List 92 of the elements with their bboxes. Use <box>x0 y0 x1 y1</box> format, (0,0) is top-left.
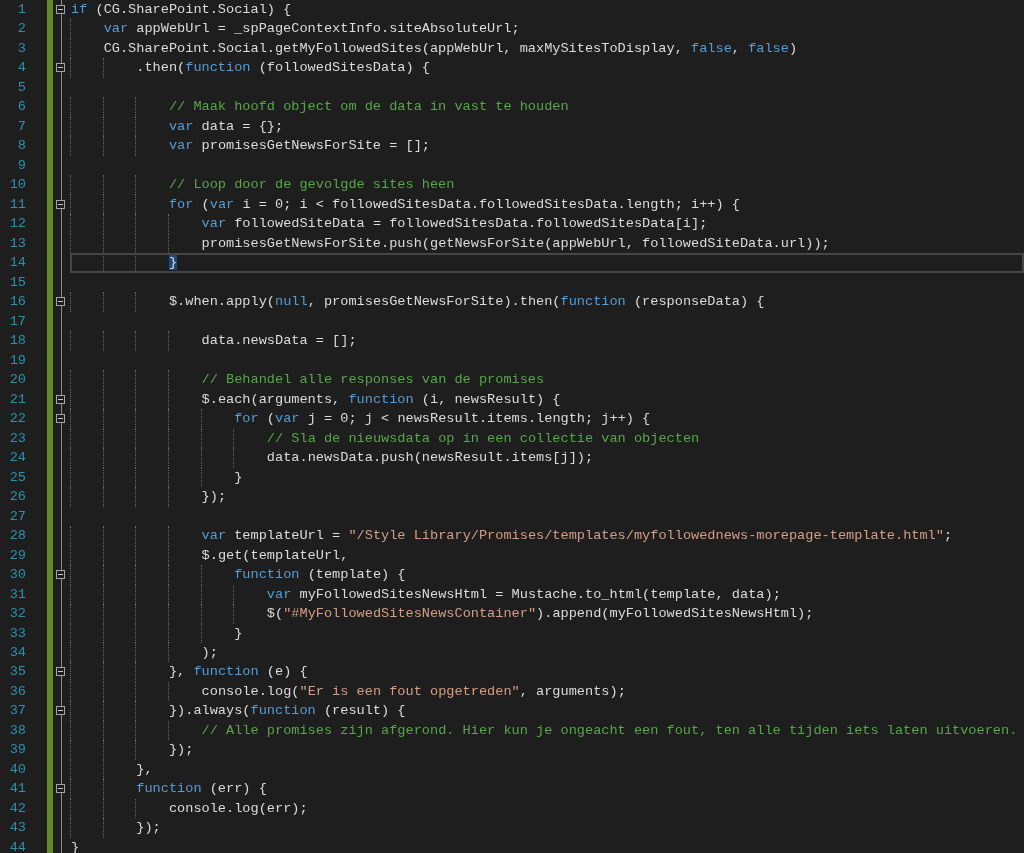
line-number: 5 <box>16 78 26 97</box>
line-number: 33 <box>8 624 26 643</box>
line-number: 2 <box>16 20 26 39</box>
line-number: 40 <box>8 760 26 779</box>
line-number: 35 <box>8 663 26 682</box>
line-number: 42 <box>8 799 26 818</box>
code-line: var templateUrl = "/Style Library/Promises/templates/myfollowednews-morepage-template.html"; <box>71 528 953 544</box>
code-line: $.get(templateUrl, <box>71 547 349 563</box>
line-number: 18 <box>8 332 26 351</box>
code-line: }, function (e) { <box>71 664 308 680</box>
line-number: 24 <box>8 449 26 468</box>
code-line: for (var i = 0; i < followedSitesData.followedSitesData.length; i++) { <box>71 196 740 212</box>
line-number: 32 <box>8 605 26 623</box>
collapse-button[interactable] <box>56 199 65 209</box>
line-number: 9 <box>16 156 26 175</box>
line-number: 6 <box>16 98 26 117</box>
line-number: 28 <box>8 527 26 546</box>
code-line: }); <box>71 820 161 836</box>
line-number: 37 <box>8 702 26 721</box>
collapse-button[interactable] <box>56 5 65 14</box>
line-number: 36 <box>8 682 26 701</box>
code-line: $("#MyFollowedSitesNewsContainer").append(myFollowedSitesNewsHtml); <box>71 606 814 621</box>
line-number: 11 <box>8 195 26 214</box>
code-line: }); <box>71 742 194 758</box>
code-line: function (template) { <box>71 567 406 583</box>
code-line: } <box>71 255 178 271</box>
collapse-button[interactable] <box>56 297 65 307</box>
code-line: }, <box>71 761 153 777</box>
line-number: 7 <box>16 117 26 136</box>
code-line: // Maak hoofd object om de data in vast te houden <box>71 99 569 115</box>
line-number: 19 <box>8 351 26 370</box>
line-number: 20 <box>8 371 26 390</box>
code-line: // Loop door de gevolgde sites heen <box>71 177 455 193</box>
code-line: console.log(err); <box>71 800 308 816</box>
collapse-button[interactable] <box>56 394 65 404</box>
collapse-button[interactable] <box>56 414 65 424</box>
line-number: 39 <box>8 741 26 760</box>
line-number: 4 <box>16 59 26 78</box>
collapse-button[interactable] <box>56 784 65 794</box>
line-number: 17 <box>8 312 26 331</box>
code-line: } <box>71 839 80 853</box>
code-line: CG.SharePoint.Social.getMyFollowedSites(appWebUrl, maxMySitesToDisplay, false, false) <box>71 40 798 56</box>
code-line: ); <box>71 645 218 660</box>
code-line: var followedSiteData = followedSitesData.followedSitesData[i]; <box>71 216 708 232</box>
collapse-button[interactable] <box>56 667 65 677</box>
line-number: 13 <box>8 234 26 253</box>
code-line: data.newsData = []; <box>71 333 357 349</box>
line-number: 34 <box>8 644 26 662</box>
line-number: 21 <box>8 390 26 409</box>
code-line: }); <box>71 489 227 505</box>
code-line: // Behandel alle responses van de promises <box>71 372 545 388</box>
line-number: 43 <box>8 819 26 838</box>
line-number: 12 <box>8 215 26 234</box>
line-number: 30 <box>8 566 26 585</box>
line-number: 31 <box>8 585 26 604</box>
collapse-button[interactable] <box>56 63 65 73</box>
code-line: data.newsData.push(newsResult.items[j]); <box>71 450 594 466</box>
code-line: promisesGetNewsForSite.push(getNewsForSite(appWebUrl, followedSiteData.url)); <box>71 235 830 251</box>
line-number: 26 <box>8 488 26 507</box>
code-line: }).always(function (result) { <box>71 703 406 719</box>
code-line: for (var j = 0; j < newsResult.items.length; j++) { <box>71 411 651 427</box>
collapse-button[interactable] <box>56 706 65 716</box>
code-line: } <box>71 469 243 485</box>
line-number: 15 <box>8 273 26 292</box>
code-line: var data = {}; <box>71 118 284 134</box>
line-number: 23 <box>8 429 26 448</box>
code-line: var myFollowedSitesNewsHtml = Mustache.to_html(template, data); <box>71 586 781 602</box>
line-number: 3 <box>16 39 26 58</box>
code-line: $.when.apply(null, promisesGetNewsForSite).then(function (responseData) { <box>71 294 765 310</box>
code-line: $.each(arguments, function (i, newsResult) { <box>71 391 561 407</box>
code-line: var appWebUrl = _spPageContextInfo.siteAbsoluteUrl; <box>71 21 520 37</box>
line-number: 44 <box>8 838 26 853</box>
code-line: var promisesGetNewsForSite = []; <box>71 138 430 154</box>
line-number: 38 <box>8 721 26 740</box>
code-line: console.log("Er is een fout opgetreden", arguments); <box>71 683 626 699</box>
line-number: 22 <box>8 410 26 429</box>
code-line: // Alle promises zijn afgerond. Hier kun je ongeacht een fout, ten alle tijden iets laten uitvoeren. <box>71 722 1018 738</box>
code-line: } <box>71 625 243 641</box>
code-line: .then(function (followedSitesData) { <box>71 60 430 76</box>
line-number: 41 <box>8 780 26 799</box>
code-line: function (err) { <box>71 781 267 797</box>
line-number: 1 <box>16 1 26 19</box>
code-line: if (CG.SharePoint.Social) { <box>71 2 292 17</box>
line-number: 8 <box>16 137 26 156</box>
line-number: 10 <box>8 176 26 195</box>
line-number: 29 <box>8 546 26 565</box>
line-number: 14 <box>8 254 26 273</box>
line-number: 16 <box>8 293 26 312</box>
line-number: 27 <box>8 507 26 526</box>
line-number: 25 <box>8 468 26 487</box>
code-line: // Sla de nieuwsdata op in een collectie van objecten <box>71 430 700 446</box>
collapse-button[interactable] <box>56 570 65 580</box>
